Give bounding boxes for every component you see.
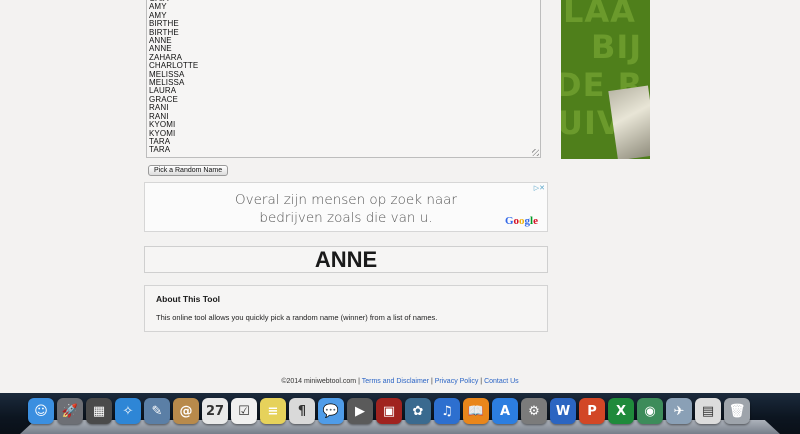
about-section: About This Tool This online tool allows … <box>144 285 548 332</box>
ad-banner[interactable]: Overal zijn mensen op zoek naar bedrijve… <box>144 182 548 232</box>
result-box: ANNE <box>144 246 548 273</box>
pick-random-name-button[interactable]: Pick a Random Name <box>148 165 229 176</box>
banner-word-1: LAA <box>563 0 636 30</box>
name-entry: TARA <box>149 145 171 155</box>
iphoto-icon[interactable]: ✿ <box>405 398 431 424</box>
name-entry: GRACE <box>149 94 178 104</box>
ad-text: Overal zijn mensen op zoek naar bedrijve… <box>145 191 547 227</box>
preview-icon[interactable]: ✎ <box>144 398 170 424</box>
textedit-icon[interactable]: ¶ <box>289 398 315 424</box>
name-entry: LAURA <box>149 86 177 96</box>
name-entry: KYOMI <box>149 120 176 130</box>
footer: ©2014 miniwebtool.com | Terms and Discla… <box>0 378 800 385</box>
ad-line-2: bedrijven zoals die van u. <box>259 210 433 226</box>
facetime-icon[interactable]: ▶ <box>347 398 373 424</box>
mission-control-icon[interactable]: ▦ <box>86 398 112 424</box>
system-preferences-icon[interactable]: ⚙ <box>521 398 547 424</box>
name-entry: BIRTHE <box>149 19 179 29</box>
safari-icon[interactable]: ✧ <box>115 398 141 424</box>
footer-separator: | <box>430 378 433 385</box>
xcode-icon[interactable]: ✈ <box>666 398 692 424</box>
trash-icon[interactable]: 🗑 <box>724 398 750 424</box>
name-entry: MELISSA <box>149 69 185 79</box>
names-textarea[interactable]: GAIAAMYAMYBIRTHEBIRTHEANNEANNEZAHARACHAR… <box>146 0 541 158</box>
word-icon[interactable]: W <box>550 398 576 424</box>
ad-choices-icon[interactable]: ▷✕ <box>534 184 545 192</box>
picked-name: ANNE <box>314 247 378 272</box>
ad-line-1: Overal zijn mensen op zoek naar <box>235 192 457 208</box>
calendar-icon[interactable]: 27 <box>202 398 228 424</box>
side-banner-ad[interactable]: LAA BIJ DE R UIVE <box>561 0 650 159</box>
launchpad-icon[interactable]: 🚀 <box>57 398 83 424</box>
name-entry: ANNE <box>149 36 172 46</box>
banner-word-2: BIJ <box>591 28 643 66</box>
name-entry: CHARLOTTE <box>149 61 199 71</box>
powerpoint-icon[interactable]: P <box>579 398 605 424</box>
about-title: About This Tool <box>156 294 221 304</box>
name-entry: AMY <box>149 10 167 20</box>
about-text: This online tool allows you quickly pick… <box>156 313 438 322</box>
name-entry: BIRTHE <box>149 27 179 37</box>
dock: ☺ 🚀 ▦ ✧ ✎ @27 ☑ ≡ ¶ 💬 ▶ ▣ ✿ ♫ 📖 A ⚙ W P X ◉ ✈ ▤ 🗑 <box>28 398 750 428</box>
banner-photo <box>608 85 650 159</box>
footer-separator: | <box>480 378 483 385</box>
ibooks-icon[interactable]: 📖 <box>463 398 489 424</box>
copyright-text: ©2014 miniwebtool.com | <box>281 378 360 385</box>
privacy-link[interactable]: Privacy Policy <box>435 378 479 385</box>
contacts-icon[interactable]: @ <box>173 398 199 424</box>
contact-link[interactable]: Contact Us <box>484 378 519 385</box>
name-entry: ZAHARA <box>149 52 183 62</box>
name-entry: TARA <box>149 136 171 146</box>
documents-icon[interactable]: ▤ <box>695 398 721 424</box>
network-icon[interactable]: ◉ <box>637 398 663 424</box>
resize-handle[interactable] <box>532 149 539 156</box>
terms-link[interactable]: Terms and Disclaimer <box>362 378 429 385</box>
name-entry: MELISSA <box>149 78 185 88</box>
notes-icon[interactable]: ≡ <box>260 398 286 424</box>
finder-icon[interactable]: ☺ <box>28 398 54 424</box>
app-store-icon[interactable]: A <box>492 398 518 424</box>
messages-icon[interactable]: 💬 <box>318 398 344 424</box>
name-entry: AMY <box>149 2 167 12</box>
reminders-icon[interactable]: ☑ <box>231 398 257 424</box>
photo-booth-icon[interactable]: ▣ <box>376 398 402 424</box>
name-entry: RANI <box>149 103 169 113</box>
google-logo: Google <box>504 215 538 227</box>
names-list: GAIAAMYAMYBIRTHEBIRTHEANNEANNEZAHARACHAR… <box>147 0 540 155</box>
name-entry: KYOMI <box>149 128 176 138</box>
itunes-icon[interactable]: ♫ <box>434 398 460 424</box>
excel-icon[interactable]: X <box>608 398 634 424</box>
name-entry: RANI <box>149 111 169 121</box>
name-entry: ANNE <box>149 44 172 54</box>
